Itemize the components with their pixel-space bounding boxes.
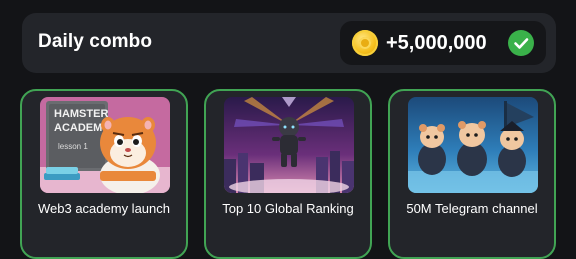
coin-icon <box>352 30 378 56</box>
hamster-academy-image: HAMSTER ACADEMY lesson 1 <box>40 97 170 193</box>
card-label: Web3 academy launch <box>37 201 170 216</box>
image-text-hamster: HAMSTER <box>54 108 108 120</box>
daily-combo-title: Daily combo <box>38 31 153 52</box>
reward-pill: +5,000,000 <box>340 21 546 65</box>
reward-amount: +5,000,000 <box>386 32 487 54</box>
card-label: 50M Telegram channel <box>406 201 538 216</box>
card-label: Top 10 Global Ranking <box>222 201 354 216</box>
global-ranking-image <box>224 97 354 193</box>
telegram-channel-image <box>408 97 538 193</box>
daily-combo-bar: Daily combo +5,000,000 <box>22 13 556 73</box>
combo-card-web3-academy[interactable]: HAMSTER ACADEMY lesson 1 Web3 academy la… <box>20 89 188 259</box>
checkmark-icon <box>508 30 534 56</box>
image-text-lesson: lesson 1 <box>58 142 88 151</box>
combo-card-50m-telegram[interactable]: 50M Telegram channel <box>388 89 556 259</box>
combo-card-top-10-ranking[interactable]: Top 10 Global Ranking <box>204 89 372 259</box>
